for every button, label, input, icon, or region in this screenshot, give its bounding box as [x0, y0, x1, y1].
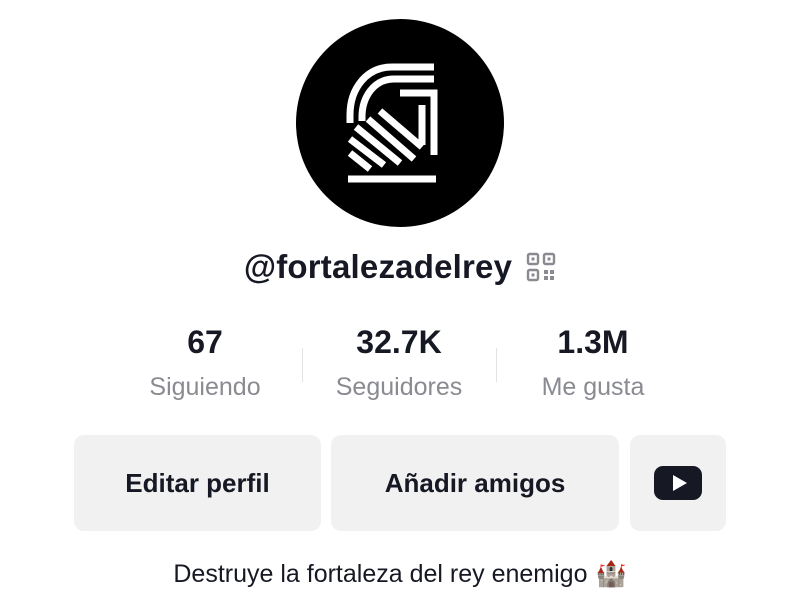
qr-code-icon[interactable] [526, 252, 556, 282]
edit-profile-button[interactable]: Editar perfil [74, 435, 321, 531]
bio-text: Destruye la fortaleza del rey enemigo [173, 560, 588, 588]
youtube-icon [654, 466, 702, 500]
knight-logo-icon [346, 63, 438, 183]
add-friends-label: Añadir amigos [384, 467, 566, 498]
stat-likes[interactable]: 1.3M Me gusta [498, 322, 688, 402]
stat-following-value: 67 [187, 324, 223, 360]
stat-divider [496, 348, 497, 382]
profile-handle: @fortalezadelrey [243, 248, 513, 285]
handle-row: @fortalezadelrey [0, 248, 800, 286]
stat-followers-label: Seguidores [335, 373, 463, 401]
avatar[interactable] [296, 19, 504, 227]
add-friends-button[interactable]: Añadir amigos [331, 435, 619, 531]
stat-following-label: Siguiendo [149, 373, 261, 401]
stat-divider [302, 348, 303, 382]
youtube-button[interactable] [630, 435, 726, 531]
stat-likes-value: 1.3M [557, 324, 629, 360]
profile-stats: 67 Siguiendo 32.7K Seguidores 1.3M Me gu… [0, 322, 800, 412]
profile-bio: Destruye la fortaleza del rey enemigo 🏰 [0, 560, 800, 589]
stat-followers-value: 32.7K [356, 324, 442, 360]
stat-likes-label: Me gusta [541, 373, 645, 401]
stat-followers[interactable]: 32.7K Seguidores [304, 322, 494, 402]
stat-following[interactable]: 67 Siguiendo [110, 322, 300, 402]
castle-emoji: 🏰 [595, 560, 627, 588]
edit-profile-label: Editar perfil [125, 467, 270, 498]
